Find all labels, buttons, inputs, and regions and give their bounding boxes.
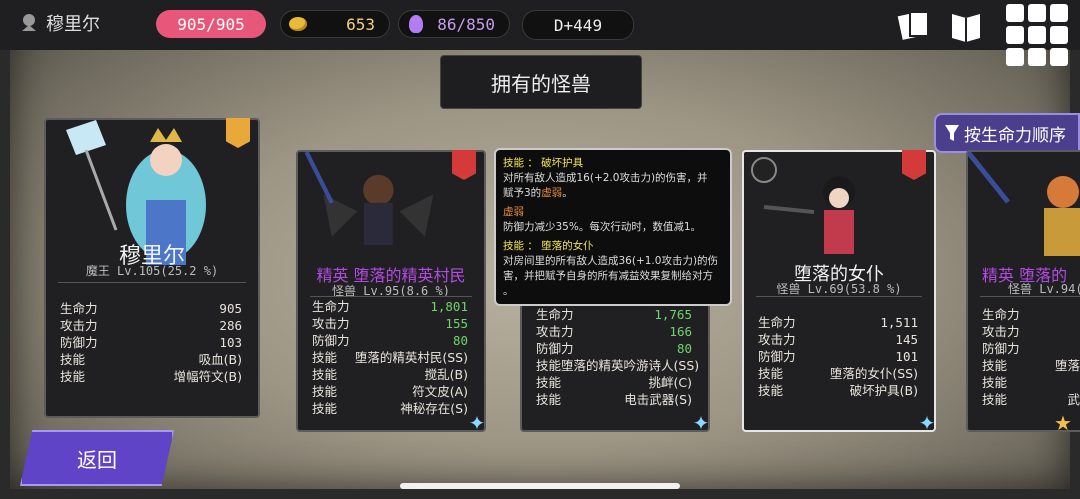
stats-block: 生命力 1,765 攻击力 166 防御力 80 技能 堕落的精英吟游诗人(SS) 技能… <box>536 307 700 407</box>
book-icon[interactable] <box>948 8 984 42</box>
tooltip-skill2-title: 技能 ： 堕落的女仆 <box>503 240 594 252</box>
stats-block: 生命力 1,511 攻击力 145 防御力 101 技能 堕落的女仆(SS) 技能 破坏护… <box>758 315 918 398</box>
card-level: 怪兽 Lv.69(53.8 %) <box>776 282 902 296</box>
stats-block: 生命力 1,801 攻击力 155 防御力 80 技能 堕落的精英村民(SS) 技能 搅乱… <box>312 299 468 416</box>
monster-portrait <box>304 152 434 246</box>
star-icon: ✦ <box>468 411 486 435</box>
home-indicator[interactable] <box>400 483 680 489</box>
gold-pill: 653 <box>280 10 390 38</box>
stats-block: 生命力 905 攻击力 286 防御力 103 技能 吸血(B) 技能 增幅符文(B) <box>60 301 242 384</box>
divider <box>756 296 922 297</box>
divider <box>980 296 1080 297</box>
monster-card-selected[interactable]: 堕落的女仆 怪兽 Lv.69(53.8 %) 生命力 1,511 攻击力 145 防… <box>742 150 936 435</box>
star-icon: ✦ <box>918 411 936 435</box>
top-bar: 穆里尔 905/905 653 86/850 D+449 <box>0 0 1080 50</box>
menu-grid-icon[interactable] <box>1006 4 1068 66</box>
tooltip-skill1-desc: 对所有敌人造成16(+2.0攻击力)的伤害，并 赋予3的虚弱。 <box>503 172 708 199</box>
page-title: 拥有的怪兽 <box>440 55 642 109</box>
soul-flame-icon <box>409 15 423 33</box>
divider <box>58 282 246 283</box>
tooltip-status-desc: 防御力减少35%。每次行动时，数值减1。 <box>503 221 702 233</box>
sort-button[interactable]: 按生命力顺序 <box>934 113 1080 153</box>
cards-icon[interactable] <box>896 8 932 42</box>
soul-value: 86/850 <box>437 14 495 34</box>
tooltip-skill1-title: 技能 ： 破坏护具 <box>503 157 584 169</box>
monster-card[interactable]: 精英 堕落的 怪兽 Lv.94(2 生命力 攻击力 防御力 技能堕落 技能 技能… <box>966 150 1080 435</box>
monster-portrait <box>968 152 1080 256</box>
skill-tooltip: 技能 ： 破坏护具 对所有敌人造成16(+2.0攻击力)的伤害，并 赋予3的虚弱… <box>494 148 732 306</box>
map-pin-icon <box>22 14 36 31</box>
day-counter: D+449 <box>522 10 634 40</box>
monster-card[interactable]: 精英 堕落的精英村民 怪兽 Lv.95(8.6 %) 生命力 1,801 攻击力 1… <box>296 150 486 435</box>
location: 穆里尔 <box>20 10 100 36</box>
gold-value: 653 <box>346 14 375 34</box>
location-name: 穆里尔 <box>46 14 100 35</box>
card-level: 怪兽 Lv.94(2 <box>1008 282 1080 296</box>
soul-pill: 86/850 <box>398 10 510 38</box>
hp-pill: 905/905 <box>156 10 266 38</box>
stats-block: 生命力 攻击力 防御力 技能 堕落 技能 技能武 <box>982 307 1080 407</box>
coin-icon <box>289 17 307 31</box>
tooltip-status-title: 虚弱 <box>503 206 524 218</box>
back-button[interactable]: 返回 <box>20 430 174 486</box>
filter-icon <box>945 125 959 141</box>
divider <box>310 296 472 297</box>
monster-card[interactable]: 穆里尔 魔王 Lv.105(25.2 %) 生命力 905 攻击力 286 防御力 1… <box>44 118 260 418</box>
star-icon: ★ <box>1054 411 1072 435</box>
sort-label: 按生命力顺序 <box>964 125 1066 146</box>
card-level: 魔王 Lv.105(25.2 %) <box>85 264 219 278</box>
star-icon: ✦ <box>692 411 710 435</box>
tooltip-skill2-desc: 对房间里的所有敌人造成36(+1.0攻击力)的伤 害，并把赋予自身的所有减益效果… <box>503 255 719 297</box>
